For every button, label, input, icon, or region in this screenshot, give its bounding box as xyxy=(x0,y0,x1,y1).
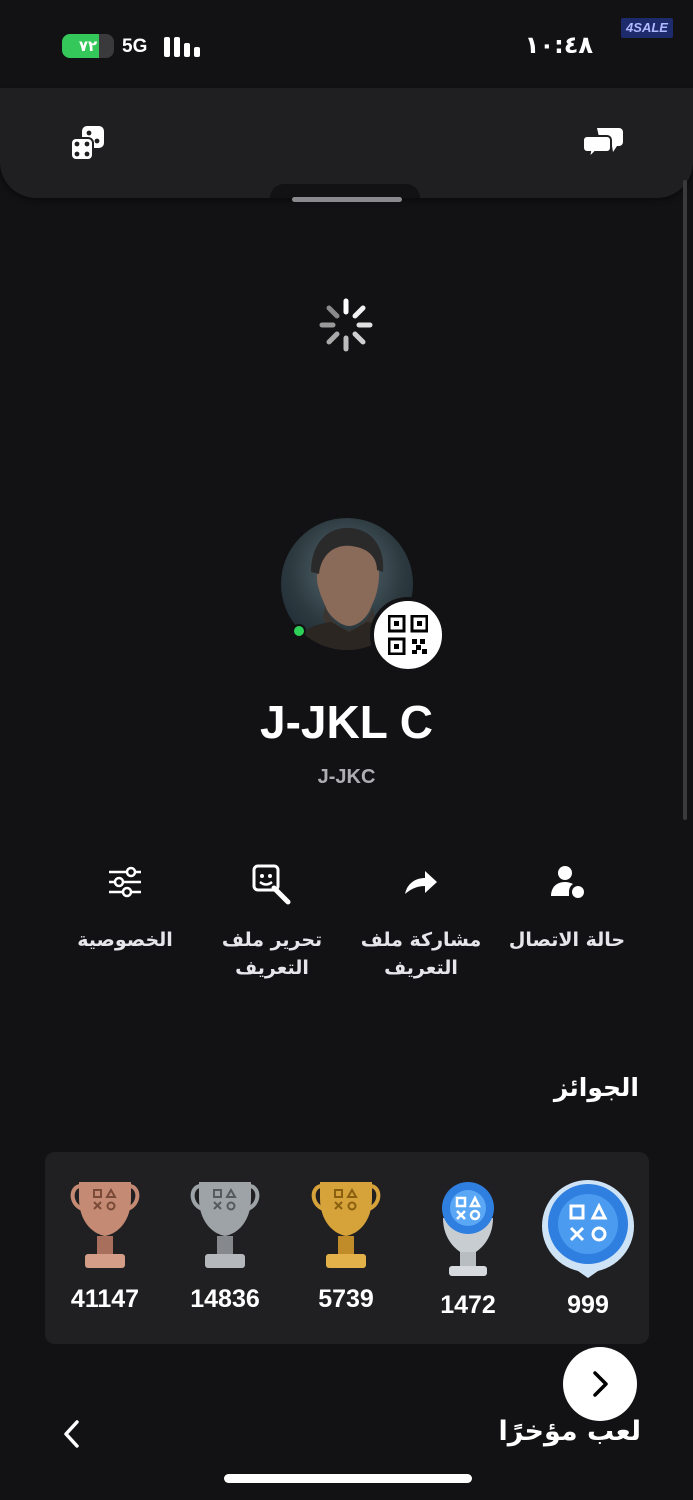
connection-status-button[interactable]: حالة الاتصال xyxy=(492,862,642,954)
bronze-trophy-icon xyxy=(70,1182,140,1268)
trophy-silver: 14836 xyxy=(165,1178,285,1314)
dice-icon[interactable] xyxy=(64,120,112,168)
share-profile-button[interactable]: مشاركة ملف التعريف xyxy=(346,862,496,982)
edit-profile-button[interactable]: تحرير ملف التعريف xyxy=(197,862,347,982)
action-label: الخصوصية xyxy=(77,929,173,951)
trophy-count: 41147 xyxy=(70,1285,140,1313)
trophy-level-icon xyxy=(542,1180,634,1278)
signal-icon xyxy=(164,37,204,57)
qr-code-icon xyxy=(388,615,428,655)
qr-code-button[interactable] xyxy=(370,597,446,673)
grab-handle[interactable] xyxy=(292,197,402,202)
person-status-icon xyxy=(551,866,584,898)
online-status-dot xyxy=(292,624,306,638)
battery-indicator: ٧٢ xyxy=(62,34,114,58)
chat-bubbles-icon[interactable] xyxy=(580,120,628,168)
trophy-count: 14836 xyxy=(190,1285,260,1313)
sheet-notch xyxy=(270,184,420,198)
network-type: 5G xyxy=(122,36,148,57)
privacy-button[interactable]: الخصوصية xyxy=(50,862,200,954)
trophy-count: 999 xyxy=(567,1291,609,1319)
action-label: حالة الاتصال xyxy=(508,929,626,951)
trophy-count: 1472 xyxy=(440,1291,496,1319)
sliders-icon xyxy=(109,866,141,898)
action-label: تحرير ملف التعريف xyxy=(221,929,323,979)
online-id: J-JKC xyxy=(317,766,376,788)
chevron-right-icon xyxy=(593,1371,608,1397)
home-indicator[interactable] xyxy=(224,1474,472,1483)
silver-trophy-icon xyxy=(190,1182,260,1268)
chevron-left-icon[interactable] xyxy=(56,1414,88,1454)
app-badge: 4SALE xyxy=(621,18,673,38)
trophy-level: 999 xyxy=(528,1178,648,1320)
profile-name: J-JKL C xyxy=(260,696,433,748)
recently-played-title: لعب مؤخرًا xyxy=(498,1416,641,1447)
trophy-platinum: 1472 xyxy=(408,1178,528,1320)
trophy-count: 5739 xyxy=(318,1285,374,1313)
trophy-bronze: 41147 xyxy=(45,1178,165,1314)
trophies-title: الجوائز xyxy=(553,1073,639,1102)
status-bar: ٧٢ 5G ١٠:٤٨ 4SALE xyxy=(0,0,693,90)
share-arrow-icon xyxy=(405,871,437,894)
edit-profile-icon xyxy=(252,864,291,905)
trophy-gold: 5739 xyxy=(286,1178,406,1314)
clock: ١٠:٤٨ xyxy=(524,31,593,59)
loading-spinner-icon xyxy=(319,298,373,352)
battery-label: ٧٢ xyxy=(78,37,98,55)
platinum-trophy-icon xyxy=(442,1182,494,1276)
gold-trophy-icon xyxy=(311,1182,381,1268)
action-label: مشاركة ملف التعريف xyxy=(360,929,482,979)
